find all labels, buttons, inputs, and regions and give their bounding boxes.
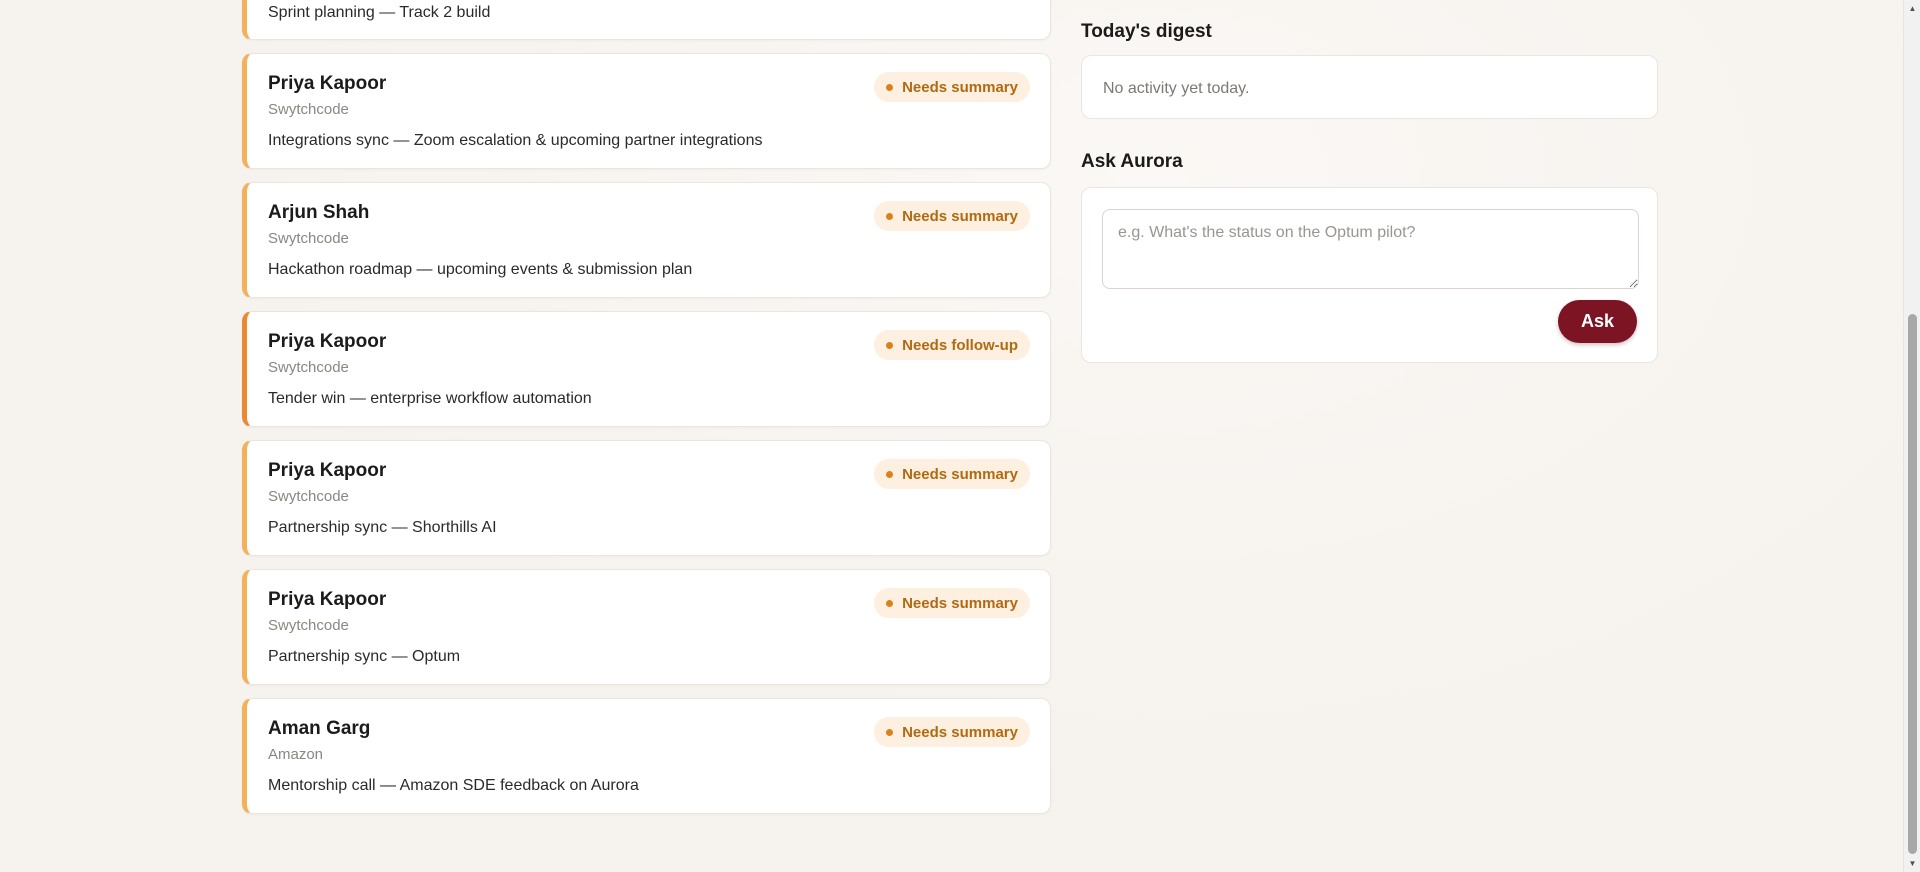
status-badge: Needs summary — [874, 72, 1030, 102]
feed-card[interactable]: Aman Garg Amazon Mentorship call — Amazo… — [242, 698, 1051, 814]
status-dot-icon — [886, 83, 894, 91]
status-badge-label: Needs summary — [902, 78, 1018, 96]
feed-card-partial[interactable]: Sprint planning — Track 2 build — [242, 0, 1051, 40]
card-subject: Tender win — enterprise workflow automat… — [268, 390, 592, 407]
card-subject: Sprint planning — Track 2 build — [268, 4, 491, 21]
status-badge: Needs follow-up — [874, 330, 1030, 360]
vertical-scrollbar[interactable]: ▲ ▼ — [1903, 0, 1920, 872]
ask-panel: Ask — [1081, 187, 1658, 363]
scroll-down-arrow-icon[interactable]: ▼ — [1904, 855, 1920, 872]
feed-card[interactable]: Priya Kapoor Swytchcode Partnership sync… — [242, 569, 1051, 685]
card-subject: Partnership sync — Optum — [268, 648, 461, 665]
contact-company: Swytchcode — [268, 488, 349, 505]
card-subject: Integrations sync — Zoom escalation & up… — [268, 132, 763, 149]
digest-panel: No activity yet today. — [1081, 55, 1658, 119]
card-subject: Mentorship call — Amazon SDE feedback on… — [268, 777, 639, 794]
status-badge: Needs summary — [874, 459, 1030, 489]
digest-empty-text: No activity yet today. — [1103, 80, 1250, 97]
status-dot-icon — [886, 212, 894, 220]
card-subject: Partnership sync — Shorthills AI — [268, 519, 497, 536]
ask-input[interactable] — [1102, 209, 1639, 289]
status-badge-label: Needs summary — [902, 207, 1018, 225]
contact-name: Priya Kapoor — [268, 589, 387, 610]
status-badge-label: Needs summary — [902, 594, 1018, 612]
contact-company: Swytchcode — [268, 617, 349, 634]
contact-name: Priya Kapoor — [268, 73, 387, 94]
status-badge: Needs summary — [874, 717, 1030, 747]
ask-title: Ask Aurora — [1081, 151, 1183, 172]
scroll-thumb[interactable] — [1908, 314, 1917, 854]
status-dot-icon — [886, 470, 894, 478]
contact-name: Aman Garg — [268, 718, 371, 739]
feed-card[interactable]: Priya Kapoor Swytchcode Partnership sync… — [242, 440, 1051, 556]
status-badge-label: Needs follow-up — [902, 336, 1018, 354]
status-badge: Needs summary — [874, 588, 1030, 618]
status-badge-label: Needs summary — [902, 723, 1018, 741]
digest-title: Today's digest — [1081, 21, 1212, 42]
status-dot-icon — [886, 599, 894, 607]
feed-card[interactable]: Priya Kapoor Swytchcode Integrations syn… — [242, 53, 1051, 169]
status-badge-label: Needs summary — [902, 465, 1018, 483]
contact-name: Priya Kapoor — [268, 331, 387, 352]
contact-company: Swytchcode — [268, 359, 349, 376]
contact-company: Swytchcode — [268, 101, 349, 118]
card-subject: Hackathon roadmap — upcoming events & su… — [268, 261, 693, 278]
scroll-up-arrow-icon[interactable]: ▲ — [1904, 0, 1920, 17]
contact-name: Arjun Shah — [268, 202, 370, 223]
feed-card[interactable]: Priya Kapoor Swytchcode Tender win — ent… — [242, 311, 1051, 427]
contact-company: Swytchcode — [268, 230, 349, 247]
contact-company: Amazon — [268, 746, 324, 763]
status-badge: Needs summary — [874, 201, 1030, 231]
status-dot-icon — [886, 728, 894, 736]
status-dot-icon — [886, 341, 894, 349]
feed-card[interactable]: Arjun Shah Swytchcode Hackathon roadmap … — [242, 182, 1051, 298]
contact-name: Priya Kapoor — [268, 460, 387, 481]
ask-button[interactable]: Ask — [1558, 300, 1637, 343]
